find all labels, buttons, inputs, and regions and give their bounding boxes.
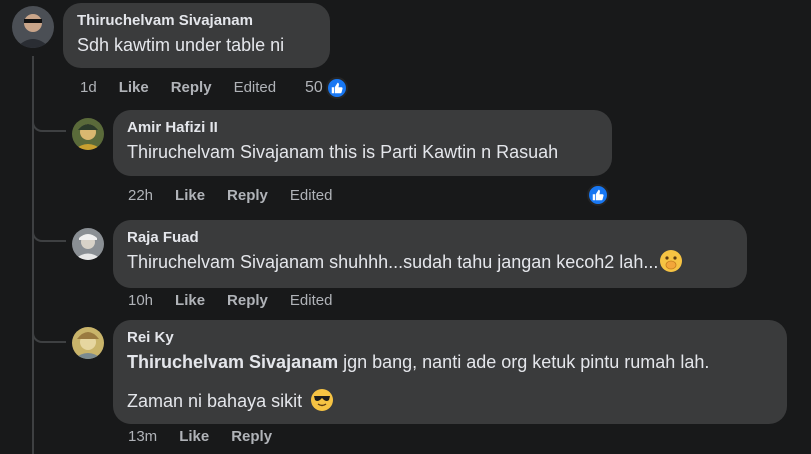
comment-timestamp[interactable]: 22h	[128, 187, 153, 204]
smiling-face-with-sunglasses-emoji	[311, 389, 334, 411]
comment-text-content: jgn bang, nanti ade org ketuk pintu ruma…	[338, 352, 710, 372]
comment-text-content: Thiruchelvam Sivajanam shuhhh...sudah ta…	[127, 252, 659, 272]
reply-connector	[32, 118, 66, 132]
like-button[interactable]: Like	[179, 428, 209, 445]
reply-button[interactable]: Reply	[227, 187, 268, 204]
comment-author[interactable]: Amir Hafizi II	[127, 119, 598, 137]
comment-author[interactable]: Thiruchelvam Sivajanam	[77, 12, 316, 30]
comment-bubble: Rei Ky Thiruchelvam Sivajanam jgn bang, …	[113, 320, 787, 424]
avatar[interactable]	[72, 118, 104, 150]
comment-timestamp[interactable]: 1d	[80, 79, 97, 96]
comment-timestamp[interactable]: 10h	[128, 292, 153, 309]
comment-actions: 22h Like Reply Edited	[128, 187, 354, 204]
reaction-count: 50	[305, 79, 323, 96]
comment-bubble: Raja Fuad Thiruchelvam Sivajanam shuhhh.…	[113, 220, 747, 288]
reaction-summary[interactable]	[587, 184, 609, 206]
like-button[interactable]: Like	[175, 292, 205, 309]
comment-text: Sdh kawtim under table ni	[77, 35, 285, 55]
edited-label[interactable]: Edited	[290, 292, 333, 309]
comment-timestamp[interactable]: 13m	[128, 428, 157, 445]
face-with-hand-over-mouth-emoji	[660, 250, 683, 272]
comment-text-content: Zaman ni bahaya sikit	[127, 391, 303, 411]
comment-text: Thiruchelvam Sivajanam this is Parti Kaw…	[127, 142, 559, 162]
avatar[interactable]	[72, 327, 104, 359]
comment-bubble: Thiruchelvam Sivajanam Sdh kawtim under …	[63, 3, 330, 68]
mention-link[interactable]: Thiruchelvam Sivajanam	[127, 352, 338, 372]
comment-actions: 10h Like Reply Edited	[128, 292, 354, 309]
thumbs-up-icon	[587, 184, 609, 206]
comment-thread: Thiruchelvam Sivajanam Sdh kawtim under …	[0, 0, 811, 454]
edited-label[interactable]: Edited	[234, 79, 277, 96]
comment-author[interactable]: Raja Fuad	[127, 229, 733, 247]
like-button[interactable]: Like	[119, 79, 149, 96]
thumbs-up-icon	[325, 77, 348, 99]
reply-button[interactable]: Reply	[227, 292, 268, 309]
avatar[interactable]	[12, 6, 54, 48]
reply-button[interactable]: Reply	[231, 428, 272, 445]
edited-label[interactable]: Edited	[290, 187, 333, 204]
reply-connector	[32, 228, 66, 242]
thread-line	[32, 56, 34, 454]
comment-text: Thiruchelvam Sivajanam jgn bang, nanti a…	[127, 350, 773, 374]
comment-bubble: Amir Hafizi II Thiruchelvam Sivajanam th…	[113, 110, 612, 176]
reply-connector	[32, 329, 66, 343]
reaction-summary[interactable]: 50	[305, 77, 348, 99]
comment-text: Thiruchelvam Sivajanam shuhhh...sudah ta…	[127, 250, 733, 274]
comment-actions: 13m Like Reply	[128, 428, 294, 445]
comment-text: Zaman ni bahaya sikit	[127, 389, 773, 413]
comment-actions: 1d Like Reply Edited	[80, 79, 298, 96]
reply-button[interactable]: Reply	[171, 79, 212, 96]
avatar[interactable]	[72, 228, 104, 260]
comment-author[interactable]: Rei Ky	[127, 329, 773, 347]
like-button[interactable]: Like	[175, 187, 205, 204]
